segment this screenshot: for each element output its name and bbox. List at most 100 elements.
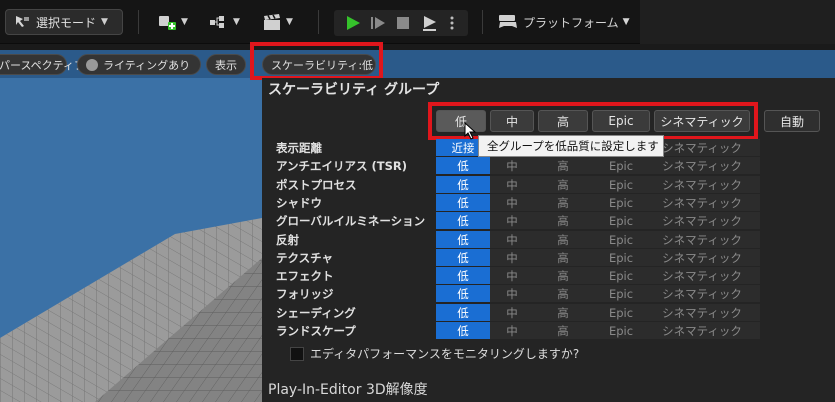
quality-cell[interactable]: 低: [436, 157, 490, 174]
tooltip: 全グループを低品質に設定します: [478, 135, 664, 157]
cinematics-button[interactable]: ▼: [262, 12, 293, 32]
highlight-frame: [250, 42, 383, 80]
toolbar-divider: [318, 10, 319, 34]
quality-cell[interactable]: シネマティック: [654, 194, 750, 211]
quality-cell[interactable]: 高: [538, 267, 588, 284]
quality-cell[interactable]: シネマティック: [654, 157, 750, 174]
row-label: フォリッジ: [276, 287, 334, 301]
quality-cell[interactable]: Epic: [592, 157, 650, 174]
quality-cell[interactable]: 中: [490, 249, 534, 266]
quality-cell[interactable]: シネマティック: [654, 304, 750, 321]
quality-cell[interactable]: 高: [538, 322, 588, 339]
quality-cell[interactable]: 低: [436, 194, 490, 211]
stop-icon[interactable]: [396, 16, 410, 30]
quality-cell[interactable]: 中: [490, 194, 534, 211]
quality-cell[interactable]: 低: [436, 176, 490, 193]
quality-cell[interactable]: 中: [490, 157, 534, 174]
quality-cell[interactable]: 高: [538, 194, 588, 211]
lighting-label: ライティングあり: [103, 58, 191, 72]
quality-cell[interactable]: 高: [538, 212, 588, 229]
quality-cell[interactable]: Epic: [592, 267, 650, 284]
row-label: ポストプロセス: [276, 178, 357, 192]
quality-cell[interactable]: 中: [490, 285, 534, 302]
select-mode-label: 選択モード: [36, 15, 97, 30]
monitor-performance-label: エディタパフォーマンスをモニタリングしますか?: [310, 347, 580, 361]
play-icon[interactable]: [344, 14, 362, 32]
blueprint-button[interactable]: ▼: [209, 12, 240, 32]
eject-icon[interactable]: [420, 14, 438, 32]
quality-cell[interactable]: 高: [538, 157, 588, 174]
quality-cell[interactable]: シネマティック: [654, 285, 750, 302]
chevron-down-icon: ▼: [286, 17, 293, 27]
chevron-down-icon: ▼: [622, 17, 630, 27]
row-label: テクスチャ: [276, 251, 334, 265]
quality-cell[interactable]: 低: [436, 285, 490, 302]
add-actor-button[interactable]: ▼: [157, 12, 188, 32]
quality-cell[interactable]: シネマティック: [654, 249, 750, 266]
chevron-down-icon: ▼: [101, 17, 108, 27]
quality-cell[interactable]: 高: [538, 231, 588, 248]
quality-cell[interactable]: 中: [490, 267, 534, 284]
quality-cell[interactable]: 中: [490, 212, 534, 229]
level-viewport[interactable]: [0, 78, 262, 402]
row-label: 表示距離: [276, 141, 322, 155]
auto-button[interactable]: 自動: [764, 110, 820, 132]
platforms-label: プラットフォーム: [523, 15, 619, 30]
monitor-performance-option[interactable]: エディタパフォーマンスをモニタリングしますか?: [290, 345, 579, 362]
perspective-button[interactable]: パースペクティブ: [0, 54, 85, 75]
row-label: ランドスケープ: [276, 324, 356, 338]
quality-cell[interactable]: 中: [490, 322, 534, 339]
show-button[interactable]: 表示: [206, 54, 246, 75]
monitor-performance-checkbox[interactable]: [290, 346, 304, 361]
quality-cell[interactable]: 低: [436, 249, 490, 266]
quality-cell[interactable]: 中: [490, 231, 534, 248]
quality-cell[interactable]: シネマティック: [654, 231, 750, 248]
quality-cell[interactable]: シネマティック: [654, 139, 750, 156]
more-options-icon[interactable]: [449, 15, 455, 31]
quality-cell[interactable]: Epic: [592, 249, 650, 266]
quality-cell[interactable]: Epic: [592, 194, 650, 211]
row-label: シャドウ: [276, 196, 322, 210]
row-label: アンチエイリアス (TSR): [276, 159, 408, 173]
clapperboard-icon: [264, 14, 280, 30]
quality-cell[interactable]: シネマティック: [654, 176, 750, 193]
gamepad-icon: [499, 15, 517, 28]
quality-cell[interactable]: シネマティック: [654, 267, 750, 284]
row-label: グローバルイルミネーション: [276, 214, 426, 228]
toolbar-divider: [138, 10, 139, 34]
quality-cell[interactable]: Epic: [592, 176, 650, 193]
show-label: 表示: [215, 58, 237, 72]
quality-cell[interactable]: Epic: [592, 304, 650, 321]
quality-cell[interactable]: 高: [538, 176, 588, 193]
platforms-dropdown[interactable]: プラットフォーム ▼: [497, 12, 630, 32]
quality-cell[interactable]: Epic: [592, 231, 650, 248]
chevron-down-icon: ▼: [233, 17, 240, 27]
quality-cell[interactable]: Epic: [592, 322, 650, 339]
viewport-scene: [0, 218, 262, 402]
row-label: シェーディング: [276, 306, 356, 320]
quality-cell[interactable]: シネマティック: [654, 212, 750, 229]
quality-cell[interactable]: 低: [436, 231, 490, 248]
quality-cell[interactable]: 低: [436, 322, 490, 339]
quality-cell[interactable]: シネマティック: [654, 322, 750, 339]
mouse-cursor-icon: [464, 122, 477, 140]
scalability-title: スケーラビリティ グループ: [268, 82, 440, 98]
quality-cell[interactable]: 高: [538, 249, 588, 266]
quality-cell[interactable]: 低: [436, 267, 490, 284]
quality-cell[interactable]: 中: [490, 176, 534, 193]
quality-cell[interactable]: 低: [436, 304, 490, 321]
quality-cell[interactable]: 低: [436, 212, 490, 229]
quality-cell[interactable]: Epic: [592, 285, 650, 302]
select-mode-icon: [16, 16, 29, 27]
select-mode-dropdown[interactable]: 選択モード ▼: [5, 9, 123, 35]
quality-cell[interactable]: 中: [490, 304, 534, 321]
lighting-icon: [86, 58, 98, 71]
lighting-button[interactable]: ライティングあり: [77, 54, 201, 75]
auto-label: 自動: [779, 114, 804, 129]
blueprint-icon: [210, 16, 224, 28]
quality-cell[interactable]: 高: [538, 304, 588, 321]
step-icon[interactable]: [370, 15, 386, 31]
quality-cell[interactable]: Epic: [592, 212, 650, 229]
row-label: 反射: [276, 233, 299, 247]
quality-cell[interactable]: 高: [538, 285, 588, 302]
